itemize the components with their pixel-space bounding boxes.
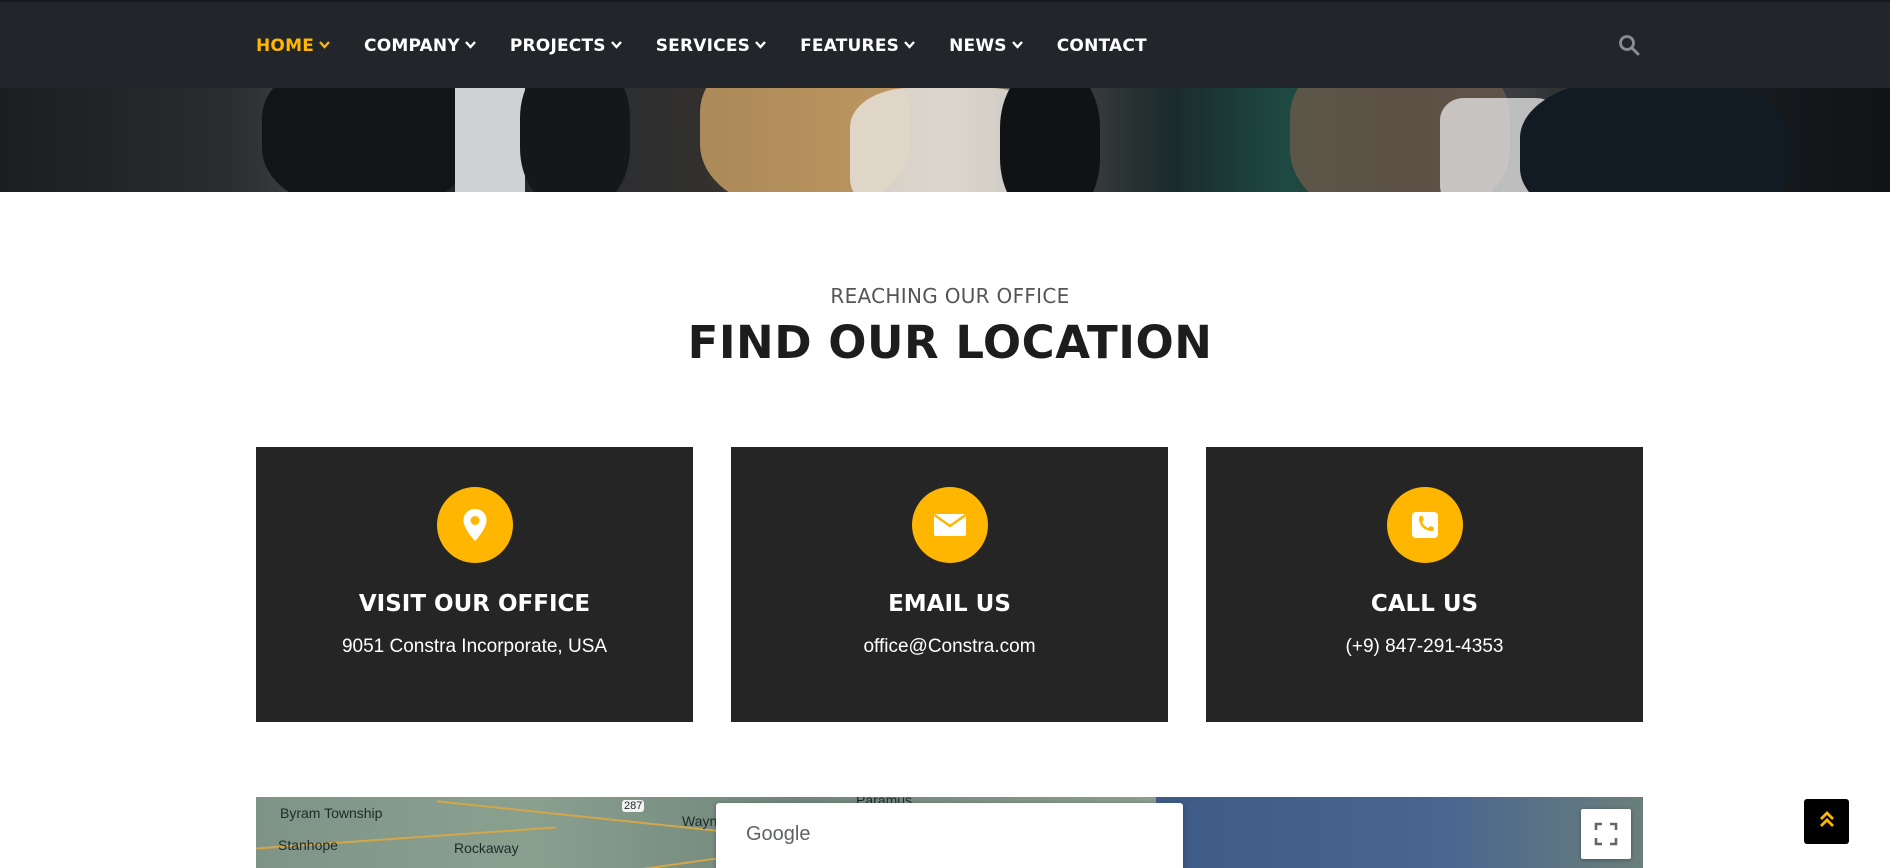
nav-item-company[interactable]: COMPANY	[364, 36, 476, 56]
fullscreen-icon[interactable]	[1581, 809, 1631, 859]
chevron-down-icon	[319, 39, 330, 52]
chevron-down-icon	[464, 39, 476, 52]
nav-item-label: PROJECTS	[509, 36, 606, 56]
chevron-down-icon	[904, 39, 916, 52]
chevron-down-icon	[1011, 39, 1023, 52]
envelope-icon	[912, 487, 988, 563]
card-title: VISIT OUR OFFICE	[358, 591, 591, 617]
nav-item-label: NEWS	[949, 36, 1007, 56]
double-chevron-up-icon	[1819, 809, 1835, 834]
section-title: FIND OUR LOCATION	[687, 316, 1213, 369]
map-water	[1156, 797, 1643, 868]
back-to-top-button[interactable]	[1804, 799, 1849, 844]
card-text: 9051 Constra Incorporate, USA	[341, 636, 608, 657]
nav-item-projects[interactable]: PROJECTS	[510, 36, 622, 56]
map-place-label: Wayn	[682, 813, 718, 829]
map-highway-shield: 287	[622, 800, 645, 812]
nav-item-label: SERVICES	[655, 36, 751, 56]
info-card-office: VISIT OUR OFFICE 9051 Constra Incorporat…	[256, 447, 693, 722]
nav-item-services[interactable]: SERVICES	[656, 36, 766, 56]
top-navbar: HOME COMPANY PROJECTS SERVICES FEATURES	[0, 0, 1890, 88]
section-eyebrow: REACHING OUR OFFICE	[830, 284, 1070, 308]
map-place-label: Stanhope	[278, 837, 338, 853]
info-card-email: EMAIL US office@Constra.com	[731, 447, 1168, 722]
map-info-box[interactable]: Google	[716, 803, 1183, 868]
nav-item-label: CONTACT	[1056, 36, 1147, 56]
map-place-label: Rockaway	[454, 840, 519, 856]
card-text[interactable]: office@Constra.com	[731, 636, 1168, 658]
main-nav: HOME COMPANY PROJECTS SERVICES FEATURES	[256, 2, 1181, 90]
nav-item-label: COMPANY	[364, 36, 460, 56]
nav-item-news[interactable]: NEWS	[949, 36, 1023, 56]
hero-image	[0, 88, 1890, 192]
google-map[interactable]: Byram Township Stanhope Rockaway Wayn Pa…	[256, 797, 1643, 868]
search-icon[interactable]	[1618, 34, 1642, 58]
card-text[interactable]: (+9) 847-291-4353	[1206, 636, 1643, 658]
nav-item-label: HOME	[256, 36, 315, 56]
chevron-down-icon	[755, 39, 766, 52]
card-title: CALL US	[1370, 591, 1479, 617]
chevron-down-icon	[610, 39, 622, 52]
info-card-call: CALL US (+9) 847-291-4353	[1206, 447, 1643, 722]
phone-icon	[1387, 487, 1463, 563]
google-logo: Google	[746, 823, 811, 845]
nav-item-contact[interactable]: CONTACT	[1057, 36, 1147, 56]
nav-item-label: FEATURES	[800, 36, 900, 56]
nav-item-home[interactable]: HOME	[256, 36, 330, 56]
map-place-label: Byram Township	[280, 805, 383, 821]
map-marker-icon	[437, 487, 513, 563]
card-title: EMAIL US	[888, 591, 1011, 617]
nav-item-features[interactable]: FEATURES	[800, 36, 916, 56]
